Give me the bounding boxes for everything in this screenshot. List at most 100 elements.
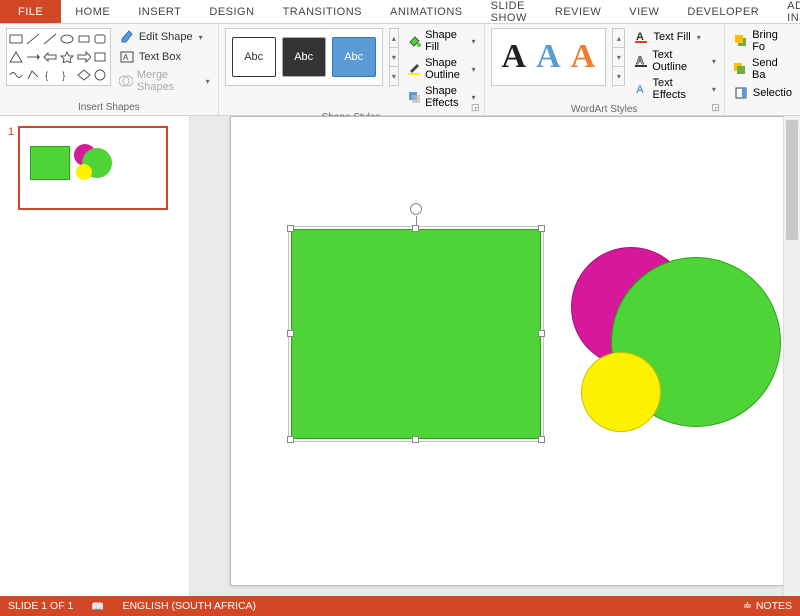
tab-view[interactable]: VIEW (615, 0, 673, 23)
text-box-icon: A (119, 49, 135, 65)
text-fill-button[interactable]: A Text Fill▾ (631, 28, 717, 46)
resize-handle-bl[interactable] (287, 436, 294, 443)
wordart-sample-1[interactable]: A (502, 40, 527, 74)
svg-text:}: } (62, 71, 66, 81)
tab-home[interactable]: HOME (61, 0, 124, 23)
wa-gallery-more-icon[interactable]: ▾ (613, 67, 624, 85)
send-backward-label: Send Ba (752, 57, 792, 81)
merge-shapes-button[interactable]: Merge Shapes▾ (117, 68, 212, 94)
bucket-icon (407, 33, 421, 49)
status-slide-indicator[interactable]: SLIDE 1 OF 1 (8, 600, 73, 612)
pen-icon (407, 61, 421, 77)
style-swatch-1[interactable]: Abc (232, 37, 276, 77)
slide[interactable] (230, 116, 800, 586)
wordart-gallery[interactable]: A A A (491, 28, 607, 86)
circle-shape-yellow[interactable] (581, 352, 661, 432)
resize-handle-r[interactable] (538, 330, 545, 337)
gallery-down-icon[interactable]: ▾ (390, 48, 398, 67)
selection-pane-icon (733, 85, 749, 101)
text-effects-label: Text Effects (653, 77, 706, 101)
edit-shape-label: Edit Shape (139, 31, 193, 43)
thumbnail-number: 1 (8, 126, 14, 210)
tab-add-ins[interactable]: ADD-INS (773, 0, 800, 23)
resize-handle-br[interactable] (538, 436, 545, 443)
text-effects-button[interactable]: A Text Effects▾ (631, 76, 717, 102)
dialog-launcher-wa-icon[interactable]: ◲ (711, 102, 720, 113)
text-effects-icon: A (633, 81, 648, 97)
tab-design[interactable]: DESIGN (195, 0, 268, 23)
dialog-launcher-icon[interactable]: ◲ (471, 102, 480, 113)
tab-developer[interactable]: DEVELOPER (673, 0, 773, 23)
selection-bounding-box (288, 226, 544, 442)
merge-shapes-label: Merge Shapes (137, 69, 200, 93)
shape-effects-button[interactable]: Shape Effects▾ (405, 84, 477, 110)
vertical-scrollbar[interactable] (783, 116, 800, 596)
rotate-handle[interactable] (410, 203, 422, 215)
slide-canvas-area[interactable] (190, 116, 800, 596)
merge-shapes-icon (119, 73, 133, 89)
shape-gallery[interactable]: { } (6, 28, 111, 86)
text-outline-icon: A (633, 53, 648, 69)
selection-pane-label: Selectio (753, 87, 792, 99)
bring-forward-icon (733, 33, 748, 49)
thumb-rect (30, 146, 70, 180)
wa-gallery-down-icon[interactable]: ▾ (613, 48, 624, 67)
shape-fill-button[interactable]: Shape Fill▾ (405, 28, 477, 54)
gallery-nav: ▴ ▾ ▾ (389, 28, 399, 86)
tab-slide-show[interactable]: SLIDE SHOW (477, 0, 541, 23)
tab-file[interactable]: FILE (0, 0, 61, 23)
group-arrange: Bring Fo Send Ba Selectio (725, 24, 800, 115)
text-outline-button[interactable]: A Text Outline▾ (631, 48, 717, 74)
ribbon: { } Edit Shape▾ A Text Box Merge Shapes▾ (0, 24, 800, 116)
status-language[interactable]: ENGLISH (SOUTH AFRICA) (122, 600, 256, 612)
ribbon-tabs: FILE HOME INSERT DESIGN TRANSITIONS ANIM… (0, 0, 800, 24)
status-bar: SLIDE 1 OF 1 📖 ENGLISH (SOUTH AFRICA) ≐ … (0, 596, 800, 616)
wordart-sample-3[interactable]: A (571, 40, 596, 74)
tab-transitions[interactable]: TRANSITIONS (269, 0, 376, 23)
group-insert-shapes: { } Edit Shape▾ A Text Box Merge Shapes▾ (0, 24, 219, 115)
resize-handle-t[interactable] (412, 225, 419, 232)
resize-handle-tl[interactable] (287, 225, 294, 232)
wa-gallery-up-icon[interactable]: ▴ (613, 29, 624, 48)
scrollbar-thumb[interactable] (786, 120, 798, 240)
group-shape-styles: Abc Abc Abc ▴ ▾ ▾ Shape Fill▾ Shape Outl… (219, 24, 485, 115)
notes-button[interactable]: ≐ NOTES (743, 600, 792, 612)
wordart-gallery-nav: ▴ ▾ ▾ (612, 28, 625, 86)
notes-label: NOTES (756, 600, 792, 612)
tab-review[interactable]: REVIEW (541, 0, 615, 23)
send-backward-button[interactable]: Send Ba (731, 56, 794, 82)
effects-icon (407, 89, 421, 105)
shape-effects-label: Shape Effects (425, 85, 465, 109)
selection-pane-button[interactable]: Selectio (731, 84, 794, 102)
gallery-more-icon[interactable]: ▾ (390, 67, 398, 85)
tab-insert[interactable]: INSERT (124, 0, 195, 23)
send-backward-icon (733, 61, 748, 77)
wordart-sample-2[interactable]: A (536, 40, 561, 74)
text-box-label: Text Box (139, 51, 181, 63)
style-swatch-3[interactable]: Abc (332, 37, 376, 77)
resize-handle-b[interactable] (412, 436, 419, 443)
resize-handle-l[interactable] (287, 330, 294, 337)
bring-forward-button[interactable]: Bring Fo (731, 28, 794, 54)
bring-forward-label: Bring Fo (752, 29, 792, 53)
shape-style-gallery[interactable]: Abc Abc Abc (225, 28, 383, 86)
shape-outline-label: Shape Outline (425, 57, 465, 81)
group-wordart-styles: A A A ▴ ▾ ▾ A Text Fill▾ A Text Outline▾ (485, 24, 725, 115)
edit-shape-button[interactable]: Edit Shape▾ (117, 28, 212, 46)
status-spellcheck[interactable]: 📖 (91, 600, 104, 613)
shape-outline-button[interactable]: Shape Outline▾ (405, 56, 477, 82)
text-box-button[interactable]: A Text Box (117, 48, 212, 66)
text-fill-label: Text Fill (653, 31, 690, 43)
text-outline-label: Text Outline (652, 49, 706, 73)
tab-animations[interactable]: ANIMATIONS (376, 0, 477, 23)
text-fill-icon: A (633, 29, 649, 45)
gallery-up-icon[interactable]: ▴ (390, 29, 398, 48)
svg-text:A: A (123, 53, 129, 62)
shape-fill-label: Shape Fill (425, 29, 465, 53)
edit-shape-icon (119, 29, 135, 45)
slide-thumbnail-1[interactable] (18, 126, 168, 210)
resize-handle-tr[interactable] (538, 225, 545, 232)
group-label-insert-shapes: Insert Shapes (6, 100, 212, 113)
selected-rectangle-shape[interactable] (291, 229, 541, 439)
style-swatch-2[interactable]: Abc (282, 37, 326, 77)
